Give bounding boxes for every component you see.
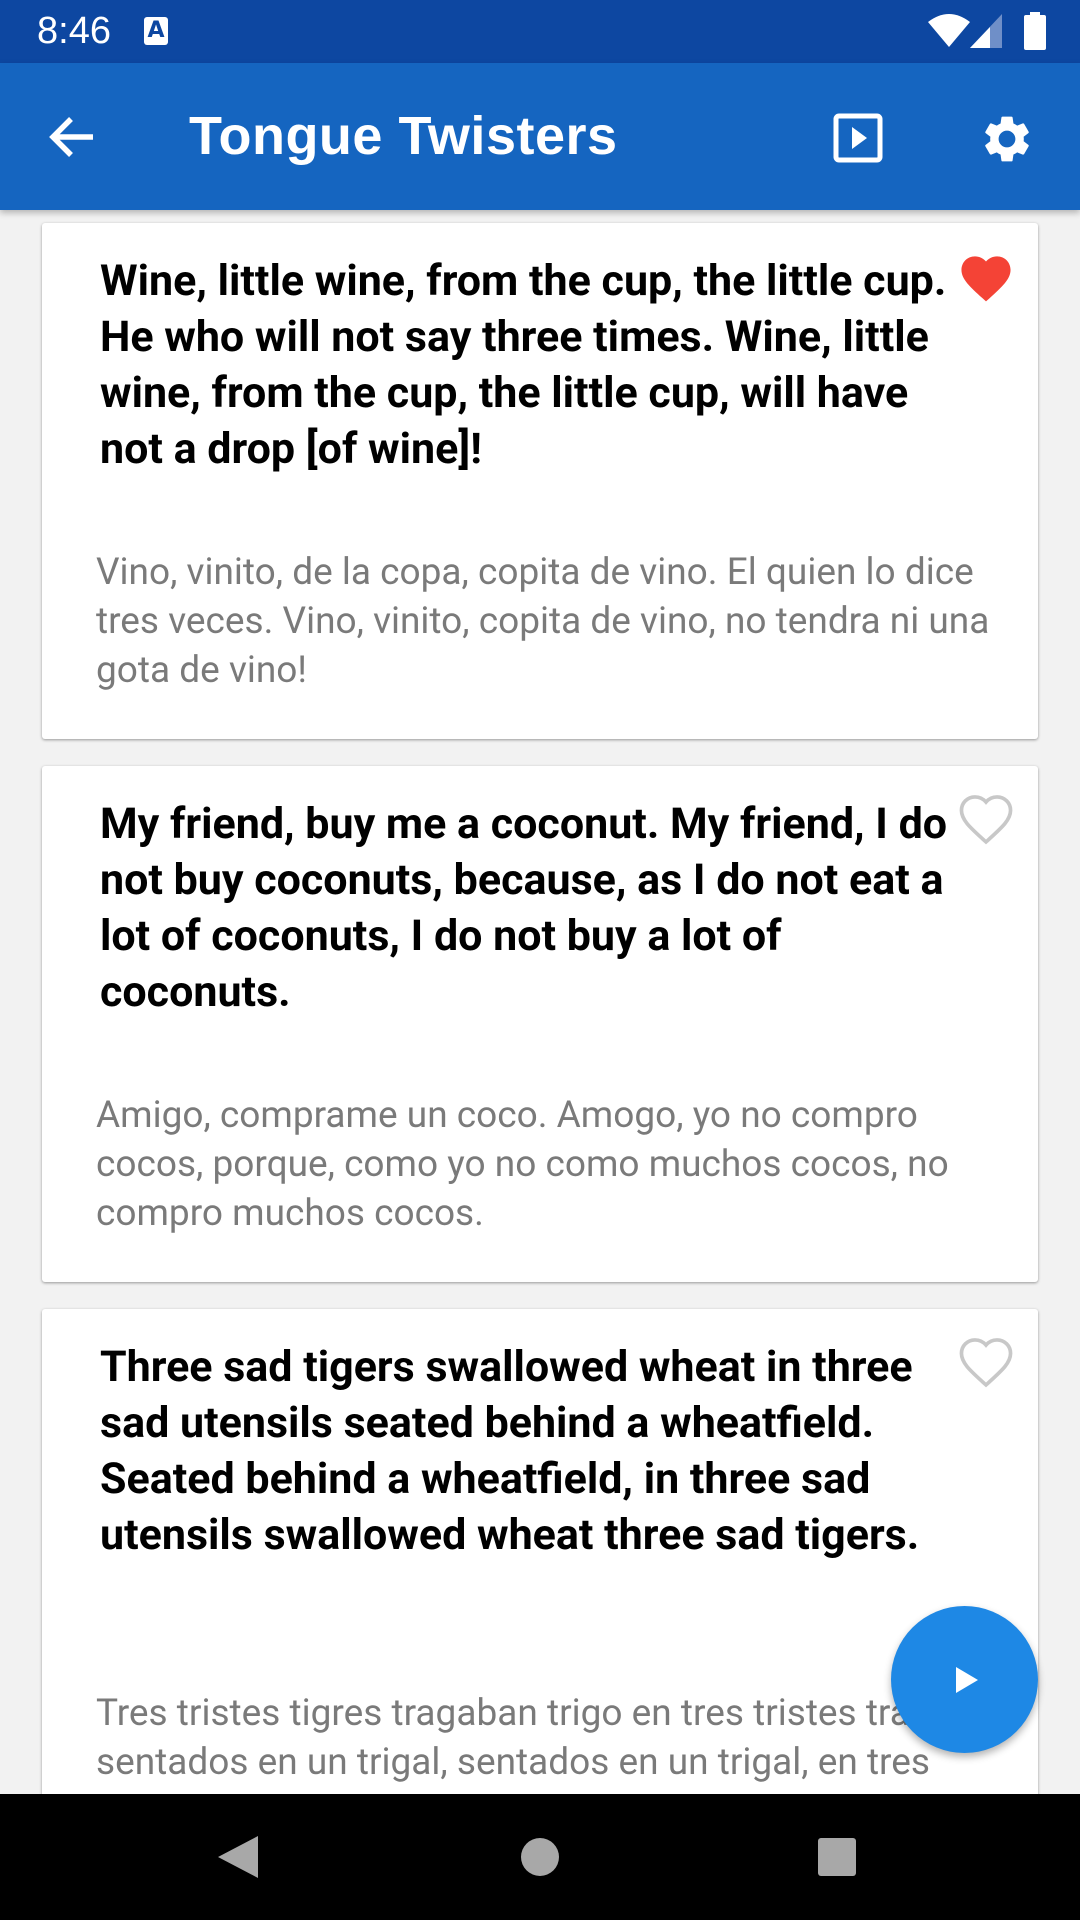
twister-english-text: My friend, buy me a coconut. My friend, … [100, 799, 948, 1017]
twister-card[interactable]: Three sad tigers swallowed wheat in thre… [42, 1309, 1038, 1794]
twister-spanish-text: Tres tristes tigres tragaban trigo en tr… [96, 1692, 981, 1794]
gear-icon [985, 116, 1029, 162]
twister-card[interactable]: Wine, little wine, from the cup, the lit… [42, 223, 1038, 739]
slideshow-icon [833, 113, 883, 163]
status-time: 8:46 [37, 10, 111, 52]
twister-card[interactable]: My friend, buy me a coconut. My friend, … [42, 766, 1038, 1282]
heart-outline-icon [959, 1338, 1013, 1388]
heart-outline-icon [959, 795, 1013, 845]
nav-recents-icon[interactable] [817, 1837, 857, 1877]
nav-back-icon[interactable] [216, 1834, 260, 1880]
favorite-button[interactable] [956, 792, 1016, 846]
system-nav-bar [0, 1794, 1080, 1920]
play-all-button[interactable] [818, 101, 898, 175]
page-title: Tongue Twisters [189, 106, 618, 166]
favorite-button[interactable] [956, 249, 1016, 303]
heart-filled-icon [961, 256, 1011, 302]
play-icon [955, 1666, 978, 1693]
settings-button[interactable] [964, 99, 1050, 179]
app-bar: Tongue Twisters [0, 63, 1080, 210]
twister-english-text: Wine, little wine, from the cup, the lit… [100, 256, 947, 474]
status-bar: 8:46 A [0, 0, 1080, 63]
a-notification-icon: A [144, 17, 168, 45]
twister-english-text: Three sad tigers swallowed wheat in thre… [100, 1342, 920, 1560]
battery-icon [1024, 12, 1046, 50]
wifi-icon [928, 14, 970, 47]
play-fab-button[interactable] [891, 1606, 1038, 1753]
favorite-button[interactable] [956, 1335, 1016, 1389]
cell-signal-icon [970, 14, 1002, 48]
tongue-twister-list[interactable]: Wine, little wine, from the cup, the lit… [0, 210, 1080, 1794]
nav-home-icon[interactable] [520, 1837, 560, 1877]
twister-spanish-text: Amigo, comprame un coco. Amogo, yo no co… [96, 1094, 949, 1235]
back-button[interactable] [30, 100, 114, 174]
twister-spanish-text: Vino, vinito, de la copa, copita de vino… [96, 551, 990, 692]
arrow-back-icon [49, 117, 93, 157]
